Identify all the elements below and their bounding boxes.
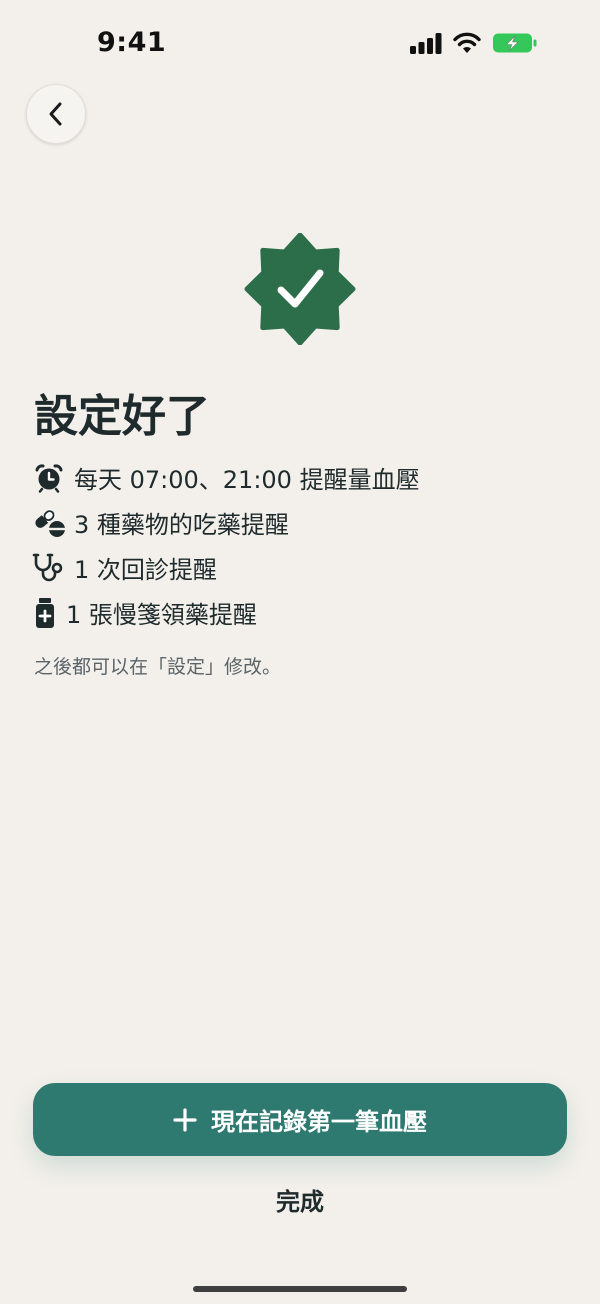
alarm-clock-icon: [32, 461, 66, 495]
chevron-left-icon: [49, 102, 62, 126]
stethoscope-icon: [32, 551, 66, 585]
list-item: 1 次回診提醒: [32, 545, 420, 590]
status-icons: [410, 32, 538, 54]
home-indicator[interactable]: [193, 1286, 407, 1292]
check-badge-icon: [244, 233, 356, 345]
page-title: 設定好了: [34, 391, 210, 442]
cellular-icon: [410, 33, 442, 54]
list-item-text: 1 次回診提醒: [74, 556, 217, 584]
back-button[interactable]: [26, 84, 86, 144]
plus-icon: [173, 1107, 197, 1132]
wifi-icon: [453, 32, 481, 53]
status-bar: 9:41: [0, 0, 600, 88]
settings-hint: 之後都可以在「設定」修改。: [34, 656, 282, 678]
list-item-text: 每天 07:00、21:00 提醒量血壓: [74, 466, 420, 494]
reminder-summary-list: 每天 07:00、21:00 提醒量血壓 3 種藥物的吃藥提醒 1 次回診提醒 …: [32, 455, 420, 635]
medicine-bottle-icon: [32, 596, 58, 630]
list-item-text: 3 種藥物的吃藥提醒: [74, 511, 289, 539]
pills-icon: [32, 506, 66, 540]
list-item: 每天 07:00、21:00 提醒量血壓: [32, 455, 420, 500]
done-button[interactable]: 完成: [250, 1182, 350, 1217]
status-time: 9:41: [97, 27, 167, 58]
list-item-text: 1 張慢箋領藥提醒: [66, 601, 257, 629]
record-first-blood-pressure-button[interactable]: 現在記錄第一筆血壓: [33, 1083, 567, 1156]
list-item: 1 張慢箋領藥提醒: [32, 590, 420, 635]
list-item: 3 種藥物的吃藥提醒: [32, 500, 420, 545]
battery-charging-icon: [493, 33, 537, 53]
primary-button-label: 現在記錄第一筆血壓: [211, 1108, 427, 1136]
